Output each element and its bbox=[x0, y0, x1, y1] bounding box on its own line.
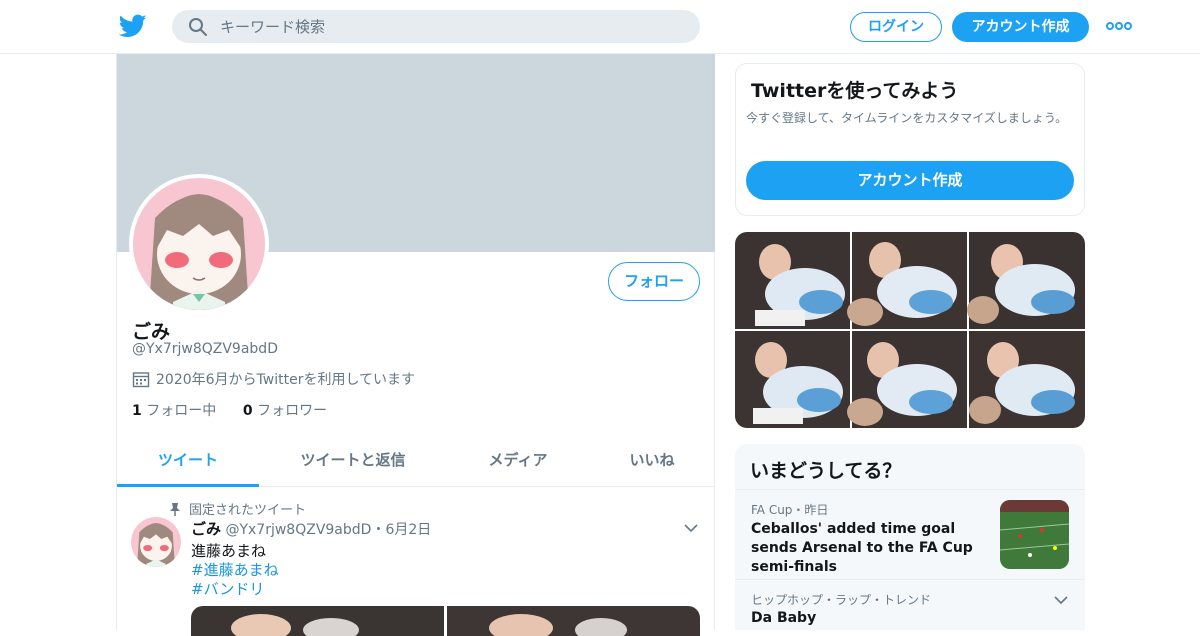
pinned-tweet-label: 固定されたツイート bbox=[169, 499, 306, 518]
calendar-icon bbox=[132, 372, 150, 388]
trends-panel: いまどうしてる？ FA Cup・昨日 Ceballos' added time … bbox=[735, 444, 1085, 630]
profile-column: フォロー ごみ @Yx7rjw8QZV9abdD 2020年6月からTwitte… bbox=[116, 54, 715, 636]
tweet-date[interactable]: ・6月2日 bbox=[371, 522, 431, 538]
twitter-logo-icon[interactable] bbox=[119, 12, 147, 40]
chevron-down-icon[interactable] bbox=[1053, 592, 1069, 608]
media-thumb bbox=[847, 331, 967, 428]
more-options-icon[interactable] bbox=[1106, 16, 1132, 36]
signup-card: Twitterを使ってみよう 今すぐ登録して、タイムラインをカスタマイズしましょ… bbox=[735, 63, 1085, 216]
tab-media[interactable]: メディア bbox=[447, 440, 589, 487]
followers-stat[interactable]: 0 フォロワー bbox=[243, 403, 327, 419]
tweet-header: ごみ @Yx7rjw8QZV9abdD・6月2日 bbox=[191, 518, 431, 539]
media-thumb bbox=[735, 232, 850, 329]
media-grid bbox=[735, 232, 1085, 428]
tweet-author-handle[interactable]: @Yx7rjw8QZV9abdD bbox=[225, 522, 371, 538]
profile-avatar[interactable] bbox=[129, 174, 269, 314]
profile-name: ごみ bbox=[132, 321, 171, 343]
following-stat[interactable]: 1 フォロー中 bbox=[132, 403, 216, 419]
profile-stats: 1 フォロー中 0 フォロワー bbox=[132, 400, 327, 420]
search-bar[interactable] bbox=[172, 10, 700, 43]
tweet-hashtag[interactable]: #進藤あまね bbox=[191, 559, 279, 580]
followers-count: 0 bbox=[242, 403, 253, 419]
divider bbox=[735, 579, 1085, 580]
tab-tweets-and-replies[interactable]: ツイートと返信 bbox=[282, 440, 424, 487]
divider bbox=[735, 489, 1085, 490]
tweet-media[interactable] bbox=[191, 606, 700, 636]
tweet-author-name[interactable]: ごみ bbox=[191, 520, 221, 538]
trends-title: いまどうしてる？ bbox=[750, 460, 902, 482]
trend-meta: ヒップホップ・ラップ・トレンド bbox=[751, 593, 932, 607]
signup-button[interactable]: アカウント作成 bbox=[952, 12, 1089, 42]
search-input[interactable] bbox=[220, 10, 680, 43]
signup-card-button[interactable]: アカウント作成 bbox=[746, 161, 1074, 200]
avatar-illustration bbox=[131, 517, 181, 567]
tweet-author-avatar[interactable] bbox=[131, 517, 181, 567]
avatar-illustration bbox=[133, 178, 265, 310]
following-label: フォロー中 bbox=[146, 403, 217, 419]
search-icon bbox=[189, 18, 207, 36]
followers-label: フォロワー bbox=[257, 403, 328, 419]
trend-name[interactable]: Da Baby bbox=[751, 610, 816, 626]
trend-headline[interactable]: Ceballos' added time goal sends Arsenal … bbox=[751, 520, 996, 577]
tweet-hashtag[interactable]: #バンドリ bbox=[191, 578, 264, 599]
media-thumb bbox=[967, 232, 1085, 329]
login-button[interactable]: ログイン bbox=[850, 12, 942, 42]
media-thumbnails[interactable] bbox=[735, 232, 1085, 428]
pin-icon bbox=[170, 502, 180, 516]
chevron-down-icon[interactable] bbox=[683, 520, 699, 536]
media-thumb bbox=[969, 331, 1085, 428]
profile-joined: 2020年6月からTwitterを利用しています bbox=[132, 369, 415, 389]
media-thumb bbox=[735, 331, 850, 428]
tab-tweets[interactable]: ツイート bbox=[117, 440, 259, 487]
profile-handle[interactable]: @Yx7rjw8QZV9abdD bbox=[132, 341, 278, 357]
signup-card-description: 今すぐ登録して、タイムラインをカスタマイズしましょう。 bbox=[746, 111, 1068, 125]
trend-meta: FA Cup・昨日 bbox=[751, 503, 829, 517]
following-count: 1 bbox=[132, 403, 142, 419]
tweet-media-photos bbox=[191, 606, 700, 636]
signup-card-title: Twitterを使ってみよう bbox=[751, 80, 959, 102]
trend-thumbnail[interactable] bbox=[1000, 500, 1069, 569]
profile-tabs: ツイート ツイートと返信 メディア いいね bbox=[117, 440, 715, 487]
joined-text: 2020年6月からTwitterを利用しています bbox=[156, 372, 416, 388]
follow-button[interactable]: フォロー bbox=[608, 262, 700, 301]
pinned-text: 固定されたツイート bbox=[189, 503, 307, 518]
media-thumb bbox=[847, 232, 967, 329]
soccer-field-image bbox=[1000, 500, 1069, 569]
tweet-text: 進藤あまね bbox=[191, 542, 267, 560]
tab-likes[interactable]: いいね bbox=[587, 440, 717, 487]
top-nav: ログイン アカウント作成 bbox=[0, 0, 1200, 54]
